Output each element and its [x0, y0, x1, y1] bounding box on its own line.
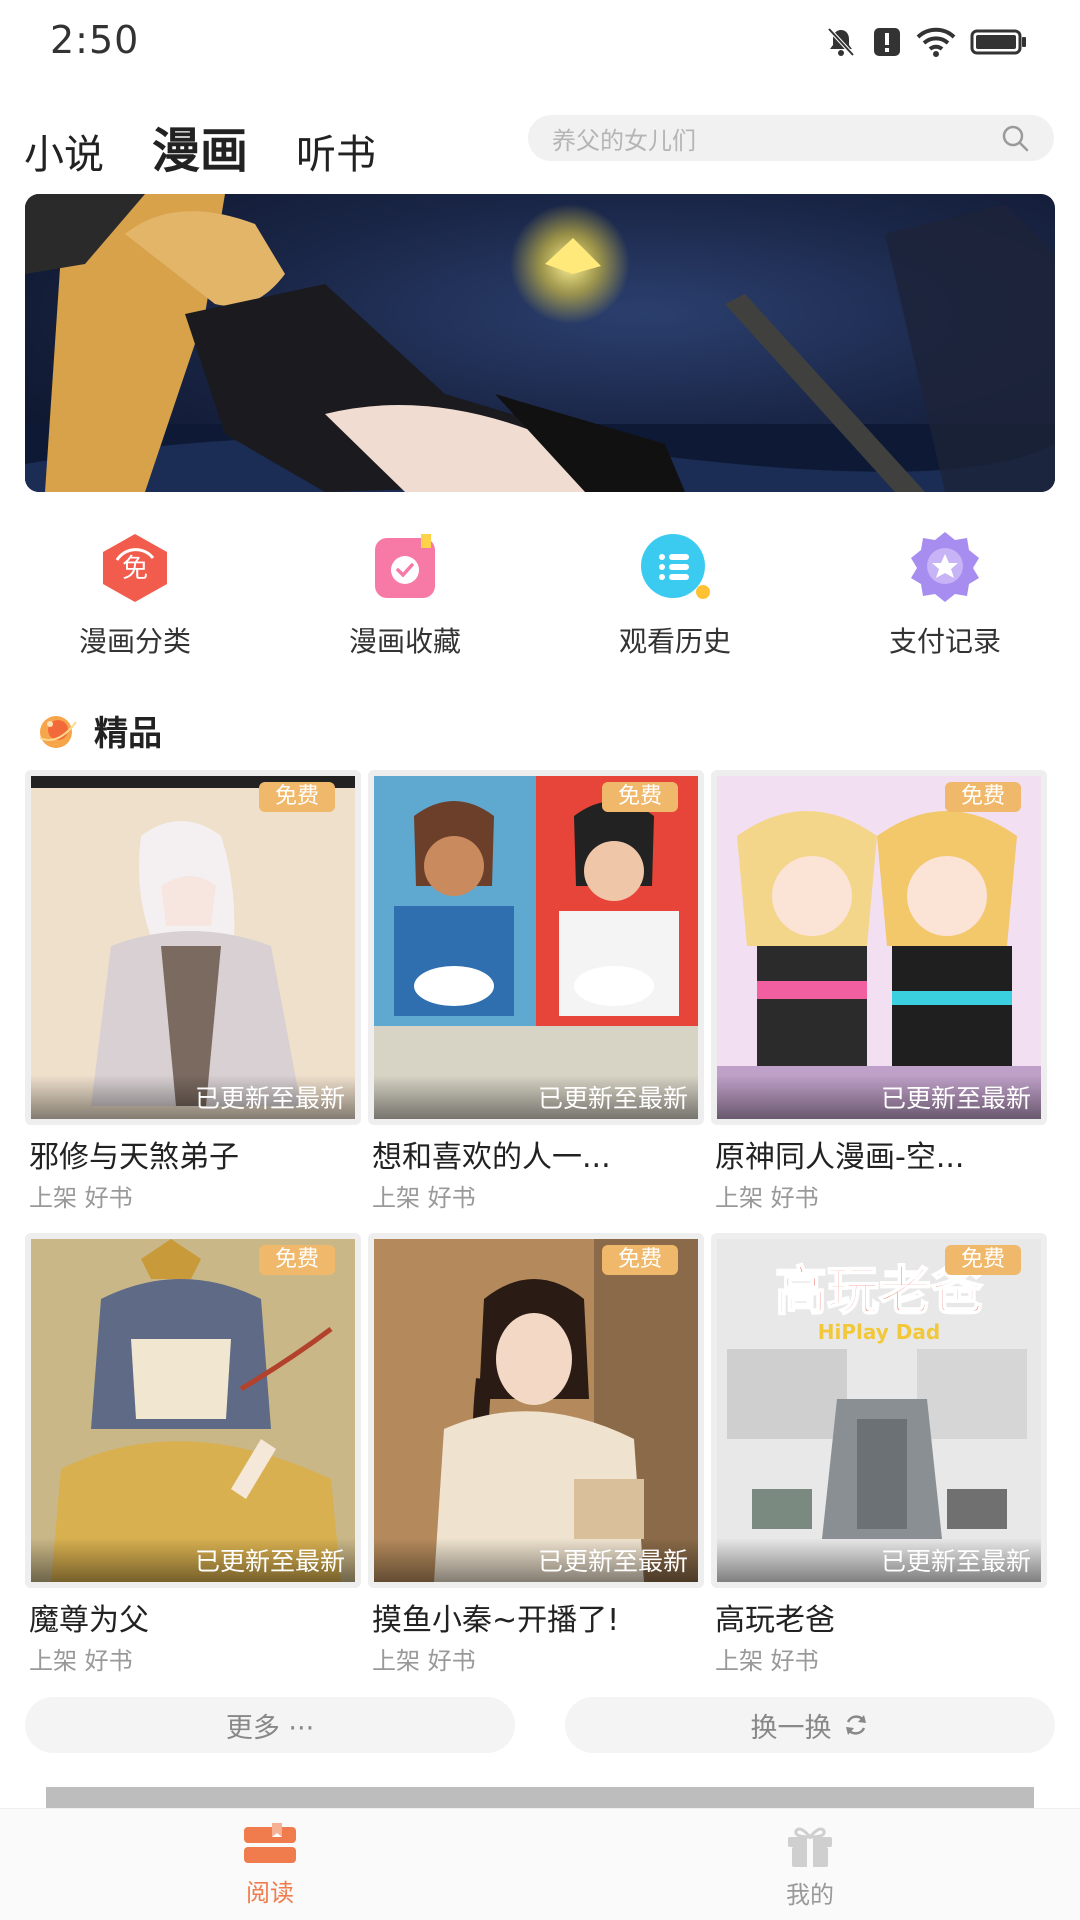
quick-comic-favorites[interactable]: 漫画收藏	[270, 530, 540, 660]
update-status: 已更新至最新	[194, 1547, 345, 1576]
quick-label: 支付记录	[888, 625, 1001, 658]
book-subtitle: 上架 好书	[715, 1647, 819, 1675]
refresh-button[interactable]: 换一换	[565, 1697, 1055, 1753]
book-cover: 免费 已更新至最新	[25, 770, 361, 1125]
book-card[interactable]: 免费 已更新至最新 邪修与天煞弟子 上架 好书	[25, 770, 361, 1212]
gift-icon	[788, 1827, 832, 1867]
section-header: 精品	[32, 704, 162, 756]
free-badge: 免费	[259, 1245, 335, 1275]
book-subtitle: 上架 好书	[29, 1184, 133, 1212]
favorite-icon	[367, 530, 443, 606]
quick-comic-category[interactable]: 免 漫画分类	[0, 530, 270, 660]
tab-novel[interactable]: 小说	[24, 130, 104, 180]
premium-icon	[39, 716, 77, 748]
nav-read-label: 阅读	[246, 1879, 294, 1907]
book-title: 原神同人漫画-空...	[715, 1140, 965, 1175]
book-subtitle: 上架 好书	[715, 1184, 819, 1212]
book-icon	[244, 1823, 296, 1863]
book-title: 邪修与天煞弟子	[29, 1140, 239, 1175]
book-cover: 免费 已更新至最新	[368, 770, 704, 1125]
free-badge: 免费	[602, 782, 678, 812]
refresh-button-label: 换一换	[750, 1712, 832, 1744]
nav-mine-label: 我的	[786, 1881, 834, 1909]
svg-text:免: 免	[122, 554, 148, 584]
svg-text:HiPlay Dad: HiPlay Dad	[818, 1320, 940, 1344]
book-subtitle: 上架 好书	[372, 1647, 476, 1675]
category-icon: 免	[97, 530, 173, 606]
wifi-icon	[916, 27, 956, 57]
refresh-icon	[845, 1715, 866, 1735]
quick-label: 漫画收藏	[348, 625, 461, 658]
history-icon	[637, 530, 713, 606]
search-input[interactable]: 养父的女儿们	[528, 115, 1054, 161]
update-status: 已更新至最新	[880, 1547, 1031, 1576]
payment-record-icon	[907, 530, 983, 606]
update-status: 已更新至最新	[194, 1084, 345, 1113]
book-title: 摸鱼小秦~开播了!	[372, 1603, 620, 1638]
book-cover: 免费 已更新至最新	[368, 1233, 704, 1588]
bottom-nav: 阅读 我的	[0, 1808, 1080, 1920]
quick-menu: 免 漫画分类 漫画收藏 观看历史 支付记录	[0, 530, 1080, 660]
quick-watch-history[interactable]: 观看历史	[540, 530, 810, 660]
status-time: 2:50	[50, 18, 140, 62]
action-row: 更多 ··· 换一换	[25, 1697, 1055, 1753]
free-badge: 免费	[945, 1245, 1021, 1275]
update-status: 已更新至最新	[880, 1084, 1031, 1113]
search-placeholder: 养父的女儿们	[552, 126, 696, 155]
book-title: 高玩老爸	[715, 1603, 835, 1638]
free-badge: 免费	[259, 782, 335, 812]
ad-banner-strip	[46, 1787, 1034, 1809]
bell-off-icon	[827, 27, 855, 57]
top-tabs: 小说 漫画 听书	[24, 110, 424, 204]
book-card[interactable]: 免费 已更新至最新 魔尊为父 上架 好书	[25, 1233, 361, 1675]
more-button[interactable]: 更多 ···	[25, 1697, 515, 1753]
tab-comic[interactable]: 漫画	[152, 122, 248, 204]
section-title-text: 精品	[94, 713, 162, 754]
book-subtitle: 上架 好书	[29, 1647, 133, 1675]
battery-icon	[970, 29, 1026, 55]
quick-label: 漫画分类	[78, 625, 191, 658]
update-status: 已更新至最新	[537, 1547, 688, 1576]
book-cover: 免费 已更新至最新	[25, 1233, 361, 1588]
free-badge: 免费	[945, 782, 1021, 812]
status-bar: 2:50	[0, 0, 1080, 82]
free-badge: 免费	[602, 1245, 678, 1275]
book-card[interactable]: 免费 已更新至最新 想和喜欢的人一... 上架 好书	[368, 770, 704, 1212]
search-icon[interactable]	[1000, 123, 1030, 153]
quick-label: 观看历史	[618, 625, 731, 658]
book-subtitle: 上架 好书	[372, 1184, 476, 1212]
tab-audiobook[interactable]: 听书	[296, 130, 376, 180]
book-card[interactable]: 高玩老爸 HiPlay Dad 免费 已更新至最新 高玩老爸 上架 好书	[711, 1233, 1047, 1675]
book-title: 想和喜欢的人一...	[372, 1140, 611, 1175]
book-cover: 免费 已更新至最新	[711, 770, 1047, 1125]
quick-payment-records[interactable]: 支付记录	[810, 530, 1080, 660]
book-card[interactable]: 免费 已更新至最新 摸鱼小秦~开播了! 上架 好书	[368, 1233, 704, 1675]
nav-mine[interactable]: 我的	[540, 1809, 1080, 1920]
banner-image[interactable]	[25, 194, 1055, 492]
status-icons	[824, 22, 1028, 62]
book-cover: 高玩老爸 HiPlay Dad 免费 已更新至最新	[711, 1233, 1047, 1588]
alert-icon	[874, 28, 900, 56]
nav-read[interactable]: 阅读	[0, 1809, 540, 1920]
update-status: 已更新至最新	[537, 1084, 688, 1113]
book-title: 魔尊为父	[29, 1603, 149, 1638]
more-button-label: 更多 ···	[225, 1712, 315, 1744]
book-card[interactable]: 免费 已更新至最新 原神同人漫画-空... 上架 好书	[711, 770, 1047, 1212]
